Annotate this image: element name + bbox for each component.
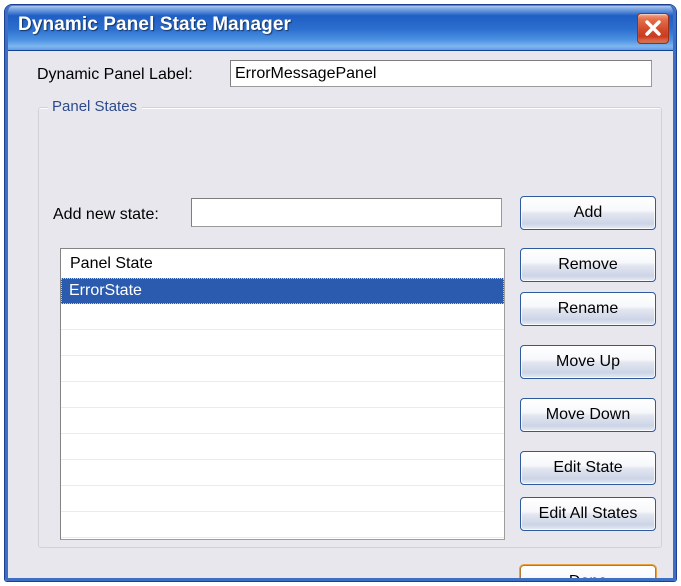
panel-state-list-body: ErrorState bbox=[61, 278, 504, 538]
panel-state-list[interactable]: Panel State ErrorState bbox=[60, 248, 505, 540]
edit-state-button[interactable]: Edit State bbox=[520, 451, 656, 485]
panel-label-caption: Dynamic Panel Label: bbox=[37, 66, 193, 83]
dialog-client-area: Dynamic Panel Label: Panel States Add ne… bbox=[8, 52, 675, 581]
list-item[interactable] bbox=[61, 434, 504, 460]
panel-label-row: Dynamic Panel Label: bbox=[8, 52, 675, 96]
list-item[interactable] bbox=[61, 304, 504, 330]
list-item[interactable] bbox=[61, 408, 504, 434]
list-item[interactable] bbox=[61, 382, 504, 408]
list-item[interactable] bbox=[61, 486, 504, 512]
move-down-button[interactable]: Move Down bbox=[520, 398, 656, 432]
done-button[interactable]: Done bbox=[520, 565, 656, 581]
list-item[interactable] bbox=[61, 356, 504, 382]
list-item[interactable] bbox=[61, 460, 504, 486]
move-up-button[interactable]: Move Up bbox=[520, 345, 656, 379]
panel-states-legend: Panel States bbox=[48, 98, 143, 115]
rename-button[interactable]: Rename bbox=[520, 292, 656, 326]
close-x-glyph bbox=[645, 20, 661, 36]
list-item[interactable] bbox=[61, 330, 504, 356]
add-new-state-caption: Add new state: bbox=[53, 206, 159, 223]
list-item[interactable] bbox=[61, 512, 504, 538]
close-icon[interactable] bbox=[637, 13, 669, 44]
list-item[interactable]: ErrorState bbox=[61, 278, 504, 304]
title-bar[interactable]: Dynamic Panel State Manager bbox=[5, 5, 676, 51]
add-new-state-input[interactable] bbox=[191, 198, 502, 227]
add-button[interactable]: Add bbox=[520, 196, 656, 230]
panel-state-list-header: Panel State bbox=[61, 249, 504, 278]
remove-button[interactable]: Remove bbox=[520, 248, 656, 282]
panel-label-input[interactable] bbox=[230, 60, 652, 87]
dialog-window: Dynamic Panel State Manager Dynamic Pane… bbox=[4, 4, 677, 582]
edit-all-states-button[interactable]: Edit All States bbox=[520, 497, 656, 531]
window-title: Dynamic Panel State Manager bbox=[18, 14, 292, 35]
